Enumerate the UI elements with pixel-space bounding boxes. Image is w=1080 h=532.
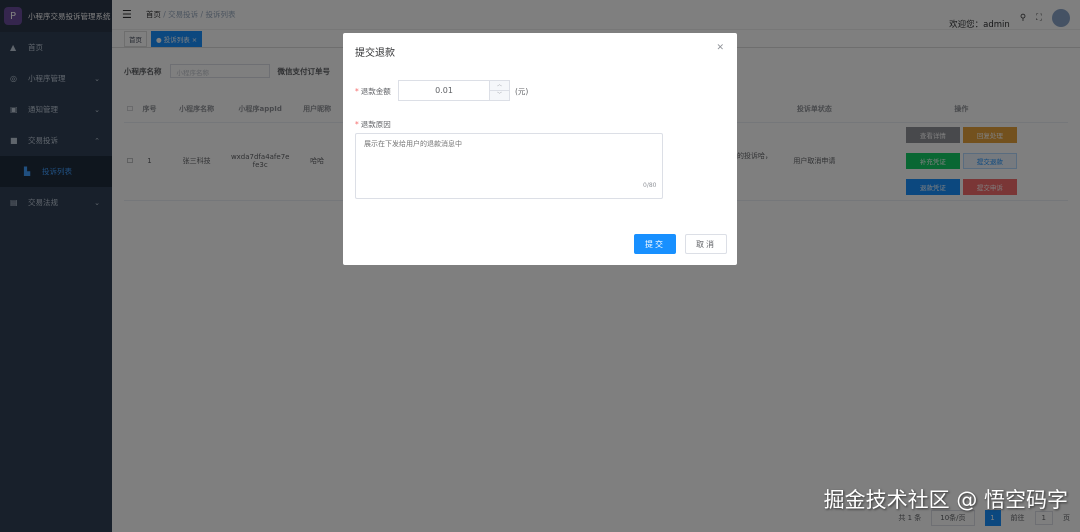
amount-input[interactable]: 0.01 [399, 81, 489, 100]
submit-button[interactable]: 提交 [634, 234, 676, 254]
reason-label-text: 退款原因 [360, 120, 391, 129]
reason-label: * 退款原因 [355, 120, 391, 129]
decrease-icon[interactable]: ﹀ [490, 90, 509, 100]
reason-textarea[interactable] [355, 133, 663, 199]
close-icon[interactable]: ✕ [716, 43, 724, 53]
amount-label-text: 退款金额 [360, 87, 391, 96]
refund-dialog: 提交退款 ✕ *退款金额 0.01 ︿﹀ (元) *退款原因 0/80 提交 取… [343, 33, 737, 265]
cancel-button[interactable]: 取消 [685, 234, 727, 254]
amount-label: * 退款金额 [355, 87, 391, 96]
amount-stepper[interactable]: 0.01 ︿ ﹀ [398, 80, 510, 101]
dialog-title: 提交退款 [355, 48, 395, 59]
increase-icon[interactable]: ︿ [490, 81, 509, 90]
amount-unit: (元) [515, 87, 529, 96]
watermark: 掘金技术社区 @ 悟空码字 [823, 488, 1068, 512]
char-count: 0/80 [643, 182, 657, 189]
